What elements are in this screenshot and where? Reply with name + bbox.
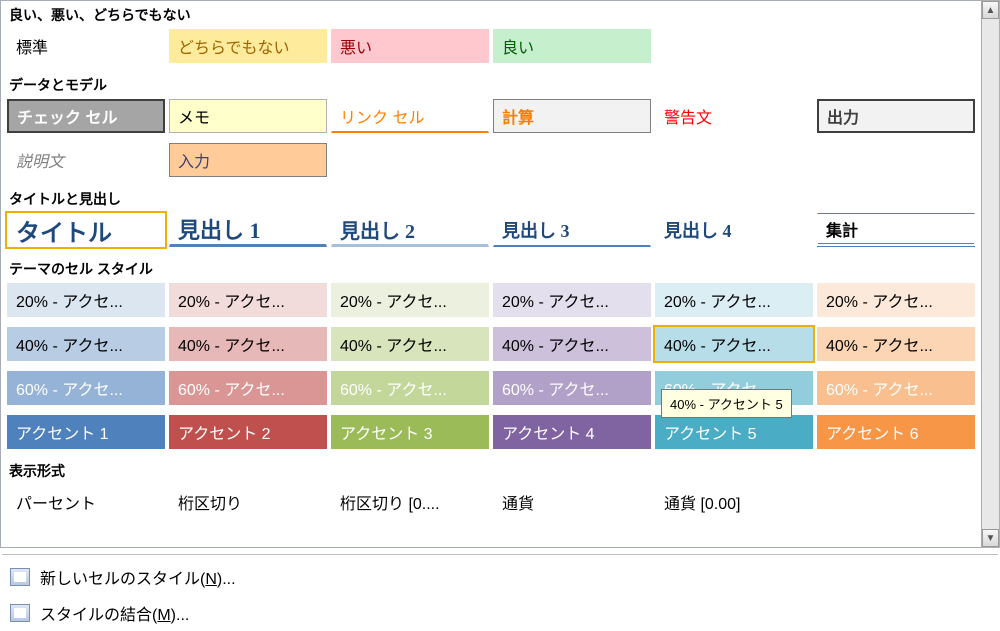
style-calculation[interactable]: 計算	[493, 99, 651, 133]
section-number-format: 表示形式	[1, 457, 981, 483]
section-data-model: データとモデル	[1, 71, 981, 97]
style-bad[interactable]: 悪い	[331, 29, 489, 63]
menu-label: 新しいセルのスタイル(N)...	[40, 565, 236, 589]
style-20-accent-2[interactable]: 20% - アクセ...	[169, 283, 327, 317]
style-20-accent-3[interactable]: 20% - アクセ...	[331, 283, 489, 317]
style-20-accent-4[interactable]: 20% - アクセ...	[493, 283, 651, 317]
style-warning[interactable]: 警告文	[655, 99, 813, 133]
style-accent-2[interactable]: アクセント 2	[169, 415, 327, 449]
section-theme-styles: テーマのセル スタイル	[1, 255, 981, 281]
style-title[interactable]: タイトル	[7, 213, 165, 247]
style-accent-4[interactable]: アクセント 4	[493, 415, 651, 449]
style-link-cell[interactable]: リンク セル	[331, 99, 489, 133]
style-accent-3[interactable]: アクセント 3	[331, 415, 489, 449]
style-note[interactable]: メモ	[169, 99, 327, 133]
style-heading-4[interactable]: 見出し 4	[655, 213, 813, 247]
style-60-accent-4[interactable]: 60% - アクセ...	[493, 371, 651, 405]
separator	[2, 554, 998, 555]
style-percent[interactable]: パーセント	[7, 485, 165, 519]
style-standard[interactable]: 標準	[7, 29, 165, 63]
style-60-accent-3[interactable]: 60% - アクセ...	[331, 371, 489, 405]
style-heading-3[interactable]: 見出し 3	[493, 213, 651, 247]
style-20-accent-5[interactable]: 20% - アクセ...	[655, 283, 813, 317]
style-60-accent-2[interactable]: 60% - アクセ...	[169, 371, 327, 405]
style-input[interactable]: 入力	[169, 143, 327, 177]
style-accent-1[interactable]: アクセント 1	[7, 415, 165, 449]
style-accent-5[interactable]: アクセント 5	[655, 415, 813, 449]
style-40-accent-2[interactable]: 40% - アクセ...	[169, 327, 327, 361]
style-20-accent-1[interactable]: 20% - アクセ...	[7, 283, 165, 317]
tooltip: 40% - アクセント 5	[661, 389, 792, 418]
scroll-down-button[interactable]: ▼	[982, 529, 999, 547]
style-accent-6[interactable]: アクセント 6	[817, 415, 975, 449]
style-gallery: 良い、悪い、どちらでもない 標準 どちらでもない 悪い 良い データとモデル チ…	[0, 0, 982, 548]
merge-styles-menu[interactable]: スタイルの結合(M)...	[0, 595, 1000, 631]
style-explanatory[interactable]: 説明文	[7, 143, 165, 177]
style-total[interactable]: 集計	[817, 213, 975, 247]
style-check-cell[interactable]: チェック セル	[7, 99, 165, 133]
style-40-accent-4[interactable]: 40% - アクセ...	[493, 327, 651, 361]
menu-label: スタイルの結合(M)...	[40, 601, 189, 625]
new-cell-style-menu[interactable]: 新しいセルのスタイル(N)...	[0, 559, 1000, 595]
style-comma[interactable]: 桁区切り	[169, 485, 327, 519]
style-comma-0[interactable]: 桁区切り [0....	[331, 485, 489, 519]
style-currency-0[interactable]: 通貨 [0.00]	[655, 485, 813, 519]
style-heading-2[interactable]: 見出し 2	[331, 213, 489, 247]
style-currency[interactable]: 通貨	[493, 485, 651, 519]
style-60-accent-6[interactable]: 60% - アクセ...	[817, 371, 975, 405]
style-output[interactable]: 出力	[817, 99, 975, 133]
style-neutral[interactable]: どちらでもない	[169, 29, 327, 63]
section-good-bad: 良い、悪い、どちらでもない	[1, 1, 981, 27]
scrollbar-vertical[interactable]: ▲ ▼	[982, 0, 1000, 548]
gallery-footer: 新しいセルのスタイル(N)... スタイルの結合(M)...	[0, 548, 1000, 630]
section-titles: タイトルと見出し	[1, 185, 981, 211]
style-60-accent-1[interactable]: 60% - アクセ...	[7, 371, 165, 405]
scroll-up-button[interactable]: ▲	[982, 1, 999, 19]
style-heading-1[interactable]: 見出し 1	[169, 213, 327, 247]
new-style-icon	[10, 568, 30, 586]
style-good[interactable]: 良い	[493, 29, 651, 63]
style-20-accent-6[interactable]: 20% - アクセ...	[817, 283, 975, 317]
style-40-accent-3[interactable]: 40% - アクセ...	[331, 327, 489, 361]
merge-style-icon	[10, 604, 30, 622]
style-40-accent-5[interactable]: 40% - アクセ...	[655, 327, 813, 361]
style-40-accent-6[interactable]: 40% - アクセ...	[817, 327, 975, 361]
style-40-accent-1[interactable]: 40% - アクセ...	[7, 327, 165, 361]
